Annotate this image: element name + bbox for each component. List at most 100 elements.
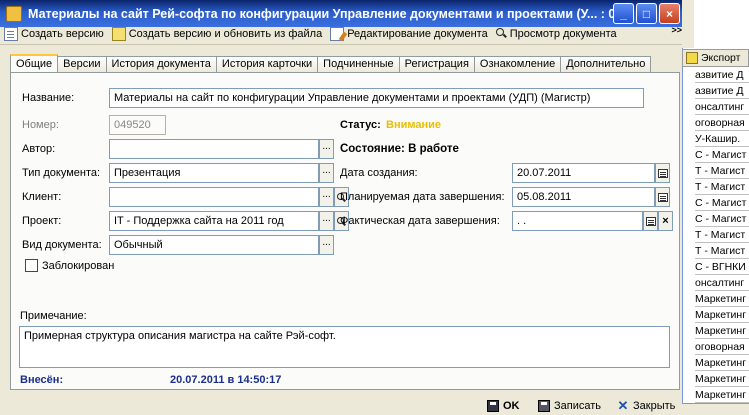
background-list-row[interactable]: оговорная (695, 115, 749, 131)
app-icon (6, 5, 22, 22)
create-version-from-file-button[interactable]: Создать версию и обновить из файла (111, 26, 322, 41)
background-list-row[interactable]: онсалтинг (695, 99, 749, 115)
actual-end-field[interactable]: . . (512, 211, 643, 231)
save-label: Записать (554, 400, 602, 412)
planned-end-field[interactable]: 05.08.2011 (512, 187, 655, 207)
tab-7[interactable]: Дополнительно (560, 56, 652, 73)
background-list-row[interactable]: Т - Магист (695, 243, 749, 259)
export-icon (686, 52, 698, 64)
calendar-icon (657, 192, 668, 202)
background-list-row[interactable]: Маркетинг (695, 291, 749, 307)
tab-5[interactable]: Регистрация (398, 56, 475, 73)
create-version-button[interactable]: Создать версию (4, 26, 104, 41)
entered-label: Внесён: (20, 374, 64, 386)
doc-kind-field[interactable]: Обычный (109, 235, 319, 255)
doc-type-select-button[interactable] (319, 163, 334, 183)
documents-icon (111, 26, 126, 41)
author-field[interactable] (109, 139, 319, 159)
background-list-row[interactable]: азвитие Д (695, 67, 749, 83)
state-text: Состояние: В работе (340, 143, 459, 155)
client-field[interactable] (109, 187, 319, 207)
ok-button[interactable]: OK (487, 397, 520, 415)
background-list-row[interactable]: С - Магист (695, 211, 749, 227)
entered-value: 20.07.2011 в 14:50:17 (170, 374, 282, 386)
status-value: Внимание (386, 119, 441, 131)
planned-end-calendar-button[interactable] (655, 187, 670, 207)
actual-end-label: Фактическая дата завершения: (340, 215, 500, 227)
create-version-label: Создать версию (21, 27, 104, 40)
actual-end-clear-button[interactable]: × (658, 211, 673, 231)
background-list-row[interactable]: С - Магист (695, 195, 749, 211)
view-document-button[interactable]: Просмотр документа (495, 27, 617, 40)
background-list-row[interactable]: Маркетинг (695, 371, 749, 387)
background-list-row[interactable]: онсалтинг (695, 275, 749, 291)
notes-label: Примечание: (20, 310, 87, 322)
doc-kind-label: Вид документа: (22, 239, 102, 251)
edit-document-label: Редактирование документа (347, 27, 488, 40)
doc-type-label: Тип документа: (22, 167, 101, 179)
toolbar-overflow-button[interactable]: >> (671, 25, 682, 35)
window-title: Материалы на сайт Рей-софта по конфигура… (28, 6, 613, 21)
author-select-button[interactable] (319, 139, 334, 159)
toolbar: Создать версию Создать версию и обновить… (0, 23, 682, 45)
number-label: Номер: (22, 119, 59, 131)
status-label: Статус: (340, 119, 381, 131)
background-list-row[interactable]: С - ВГНКИ (695, 259, 749, 275)
background-list-row[interactable]: Т - Магист (695, 179, 749, 195)
background-list-row[interactable]: оговорная (695, 339, 749, 355)
background-list-row[interactable]: Т - Магист (695, 227, 749, 243)
background-list-row[interactable]: С - Магист (695, 147, 749, 163)
clear-icon: × (662, 215, 669, 227)
ok-icon (487, 400, 499, 412)
minimize-button[interactable]: _ (613, 3, 634, 24)
created-date-field[interactable]: 20.07.2011 (512, 163, 655, 183)
created-date-calendar-button[interactable] (655, 163, 670, 183)
doc-kind-select-button[interactable] (319, 235, 334, 255)
close-window-button[interactable]: × (659, 3, 680, 24)
background-list-row[interactable]: Т - Магист (695, 163, 749, 179)
tab-3[interactable]: История карточки (215, 56, 319, 73)
close-icon: ✕ (617, 398, 629, 413)
background-scrollbar[interactable] (682, 0, 694, 48)
calendar-icon (645, 216, 656, 226)
project-select-button[interactable] (319, 211, 334, 231)
client-label: Клиент: (22, 191, 62, 203)
blocked-checkbox[interactable] (25, 259, 38, 272)
background-list-row[interactable]: Маркетинг (695, 307, 749, 323)
background-list-row[interactable]: Маркетинг (695, 387, 749, 403)
view-document-label: Просмотр документа (509, 27, 617, 40)
tab-6[interactable]: Ознакомление (473, 56, 562, 73)
doc-type-field[interactable]: Презентация (109, 163, 319, 183)
name-field[interactable]: Материалы на сайт по конфигурации Управл… (109, 88, 644, 108)
maximize-button[interactable]: □ (636, 3, 657, 24)
number-field: 049520 (109, 115, 166, 135)
background-list-row[interactable]: азвитие Д (695, 83, 749, 99)
background-list-row[interactable]: Маркетинг (695, 355, 749, 371)
tab-0[interactable]: Общие (10, 54, 59, 73)
background-list-row[interactable]: Маркетинг (695, 323, 749, 339)
created-date-label: Дата создания: (340, 167, 418, 179)
close-button[interactable]: ✕ Закрыть (617, 397, 676, 415)
project-label: Проект: (22, 215, 62, 227)
edit-icon (330, 26, 345, 41)
close-label: Закрыть (633, 400, 676, 412)
planned-end-label: Планируемая дата завершения: (340, 191, 505, 203)
new-document-icon (4, 26, 18, 41)
background-list-row[interactable]: У-Кашир. (695, 131, 749, 147)
blocked-label: Заблокирован (42, 260, 115, 272)
export-button[interactable]: Экспорт (682, 49, 749, 67)
actual-end-calendar-button[interactable] (643, 211, 658, 231)
edit-document-button[interactable]: Редактирование документа (330, 26, 488, 41)
tab-4[interactable]: Подчиненные (317, 56, 400, 73)
notes-field[interactable]: Примерная структура описания магистра на… (19, 326, 670, 368)
export-label: Экспорт (701, 52, 741, 64)
tab-strip: Общие Версии История документа История карт… (10, 54, 652, 73)
save-button[interactable]: Записать (538, 397, 601, 415)
save-icon (538, 400, 550, 412)
background-statusbar (682, 403, 749, 415)
tab-2[interactable]: История документа (105, 56, 217, 73)
project-field[interactable]: IT - Поддержка сайта на 2011 год (109, 211, 319, 231)
tab-1[interactable]: Версии (57, 56, 107, 73)
calendar-icon (657, 168, 668, 178)
client-select-button[interactable] (319, 187, 334, 207)
